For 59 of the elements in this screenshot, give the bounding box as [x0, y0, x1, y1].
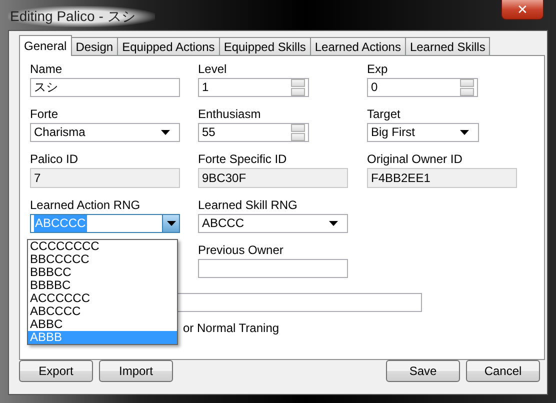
- field-value: スシ: [34, 79, 58, 96]
- dropdown-field[interactable]: ABCCC: [198, 214, 348, 233]
- field-label: Previous Owner: [198, 243, 284, 258]
- dialog-button[interactable]: Import: [99, 360, 173, 382]
- field-value: Big First: [371, 124, 416, 141]
- caret-icon: [460, 130, 469, 135]
- dialog-button[interactable]: Cancel: [466, 360, 540, 382]
- field-value: 55: [202, 124, 216, 141]
- dropdown-option[interactable]: BBBCC: [28, 266, 177, 279]
- spin-arrows-icon[interactable]: [460, 79, 474, 96]
- spin-arrows-icon[interactable]: [291, 79, 305, 96]
- tab[interactable]: Design: [70, 37, 118, 55]
- field-label: Palico ID: [30, 152, 80, 167]
- field-label: Forte: [30, 107, 60, 122]
- dialog-button[interactable]: Save: [386, 360, 460, 382]
- field-value: ABCCC: [202, 215, 244, 232]
- text-field[interactable]: スシ: [30, 78, 180, 97]
- spin-field[interactable]: 0: [367, 78, 478, 97]
- field-value: F4BB2EE1: [371, 170, 430, 186]
- spin-field[interactable]: 1: [198, 78, 309, 97]
- field-value: ABCCCC: [34, 215, 87, 232]
- field-label: Learned Skill RNG: [198, 198, 298, 213]
- tab[interactable]: Equipped Actions: [117, 37, 220, 55]
- spin-field[interactable]: 55: [198, 123, 309, 142]
- dropdown-option[interactable]: ACCCCCC: [28, 292, 177, 305]
- field-label: Forte Specific ID: [198, 152, 288, 167]
- window-title: Editing Palico - スシ: [8, 6, 156, 27]
- tab[interactable]: Learned Actions: [310, 37, 406, 55]
- dialog-button[interactable]: Export: [19, 360, 93, 382]
- dropdown-button[interactable]: [162, 215, 179, 232]
- text-field[interactable]: [198, 259, 348, 278]
- field-value: 7: [34, 170, 41, 186]
- dropdown-option[interactable]: ABBC: [28, 318, 177, 331]
- dropdown-field[interactable]: Big First: [367, 123, 479, 142]
- caret-icon: [329, 221, 338, 226]
- field-label: Target: [367, 107, 402, 122]
- tab[interactable]: Learned Skills: [404, 37, 490, 55]
- dropdown-option[interactable]: CCCCCCCC: [28, 240, 177, 253]
- dropdown-field[interactable]: Charisma: [30, 123, 180, 142]
- dropdown-option[interactable]: BBCCCCC: [28, 253, 177, 266]
- caret-icon: [161, 130, 170, 135]
- field-label: Enthusiasm: [198, 107, 262, 122]
- field-label: Level: [198, 62, 228, 77]
- dropdown-option[interactable]: ABCCCC: [28, 305, 177, 318]
- field-value: 0: [371, 79, 378, 96]
- dropdown-option[interactable]: BBBBC: [28, 279, 177, 292]
- field-value: 1: [202, 79, 209, 96]
- field-label: Exp: [367, 62, 389, 77]
- field-label: Original Owner ID: [367, 152, 464, 167]
- checkbox-label: or Normal Traning: [183, 321, 280, 335]
- close-button[interactable]: ✕: [501, 0, 544, 20]
- tab[interactable]: General: [19, 35, 72, 56]
- spin-arrows-icon[interactable]: [291, 124, 305, 141]
- field-value: 9BC30F: [202, 170, 246, 186]
- field-value: Charisma: [34, 124, 86, 141]
- field-label: Name: [30, 62, 64, 77]
- caret-icon: [166, 221, 176, 226]
- tab[interactable]: Equipped Skills: [218, 37, 311, 55]
- field-label: Learned Action RNG: [30, 198, 142, 213]
